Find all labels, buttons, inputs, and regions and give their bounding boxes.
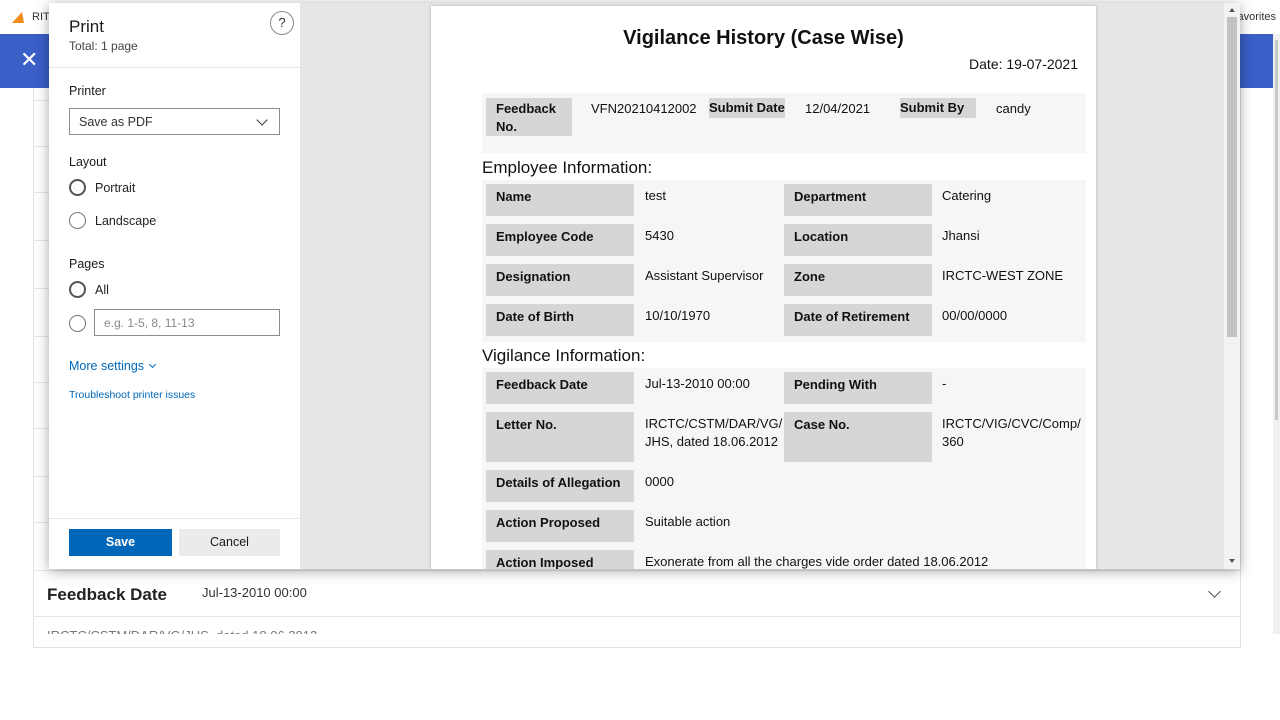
submit-by-label: Submit By xyxy=(900,98,976,118)
page-total: Total: 1 page xyxy=(69,39,138,53)
pages-all-option[interactable]: All xyxy=(69,281,109,298)
site-logo-icon xyxy=(11,11,29,23)
more-settings-label: More settings xyxy=(69,359,145,373)
radio-selected-icon[interactable] xyxy=(69,281,86,298)
name-value: test xyxy=(645,188,666,203)
printer-select[interactable]: Save as PDF xyxy=(69,108,280,135)
browser-tab[interactable]: RIT xyxy=(11,11,50,23)
name-label: Name xyxy=(486,184,634,216)
print-dialog: Print Total: 1 page ? Printer Save as PD… xyxy=(49,3,1240,569)
document-title: Vigilance History (Case Wise) xyxy=(623,27,904,49)
location-label: Location xyxy=(784,224,932,256)
action-proposed-label: Action Proposed xyxy=(486,510,634,542)
letter-no-line-1: IRCTC/CSTM/DAR/VG/ xyxy=(645,416,783,431)
scroll-up-arrow-icon[interactable] xyxy=(1229,8,1235,12)
help-icon[interactable]: ? xyxy=(270,11,294,35)
letter-no-value: IRCTC/CSTM/DAR/VG/ JHS, dated 18.06.2012 xyxy=(645,415,782,451)
pages-custom-option[interactable] xyxy=(69,315,86,332)
pages-range-input[interactable]: e.g. 1-5, 8, 11-13 xyxy=(94,309,280,336)
feedback-date-value: Jul-13-2010 00:00 xyxy=(645,376,750,391)
scroll-down-arrow-icon[interactable] xyxy=(1229,559,1235,563)
submit-by-value: candy xyxy=(996,101,1031,116)
troubleshoot-link[interactable]: Troubleshoot printer issues xyxy=(69,389,195,401)
printer-label: Printer xyxy=(69,84,106,98)
letter-no-line-2: JHS, dated 18.06.2012 xyxy=(645,434,778,449)
action-imposed-value: Exonerate from all the charges vide orde… xyxy=(645,554,989,569)
radio-selected-icon[interactable] xyxy=(69,179,86,196)
zone-label: Zone xyxy=(784,264,932,296)
allegation-value: 0000 xyxy=(645,474,674,489)
save-button[interactable]: Save xyxy=(69,529,172,556)
case-no-line-1: IRCTC/VIG/CVC/Comp/ xyxy=(942,416,1081,431)
dob-label: Date of Birth xyxy=(486,304,634,336)
layout-landscape-label: Landscape xyxy=(95,213,157,228)
feedback-date-label: Feedback Date xyxy=(486,372,634,404)
printer-select-value: Save as PDF xyxy=(79,115,153,129)
truncated-row-value: IRCTC/CSTM/DAR/VG/JHS, dated 18.06.2012 xyxy=(47,628,507,634)
submit-date-label: Submit Date xyxy=(709,98,785,118)
chevron-down-icon xyxy=(148,360,157,369)
employee-code-label: Employee Code xyxy=(486,224,634,256)
layout-label: Layout xyxy=(69,155,107,169)
case-no-value: IRCTC/VIG/CVC/Comp/ 360 xyxy=(942,415,1081,451)
action-proposed-value: Suitable action xyxy=(645,514,731,529)
print-preview: Vigilance History (Case Wise) Date: 19-0… xyxy=(301,3,1240,569)
radio-icon[interactable] xyxy=(69,315,86,332)
feedback-date-value: Jul-13-2010 00:00 xyxy=(202,585,307,600)
divider xyxy=(49,67,301,68)
layout-landscape-option[interactable]: Landscape xyxy=(69,212,156,229)
case-no-label: Case No. xyxy=(784,412,932,462)
cancel-button[interactable]: Cancel xyxy=(179,529,280,556)
employee-info-heading: Employee Information: xyxy=(482,158,653,177)
favorites-bar-label[interactable]: favorites xyxy=(1234,11,1276,23)
pages-all-label: All xyxy=(95,282,109,297)
feedback-no-value: VFN20210412002 xyxy=(591,101,697,116)
feedback-date-label: Feedback Date xyxy=(47,585,167,604)
page-scrollbar-thumb[interactable] xyxy=(1275,40,1278,420)
radio-icon[interactable] xyxy=(69,212,86,229)
print-settings-panel: Print Total: 1 page ? Printer Save as PD… xyxy=(49,3,301,569)
letter-no-label: Letter No. xyxy=(486,412,634,462)
employee-code-value: 5430 xyxy=(645,228,674,243)
preview-scrollbar-thumb[interactable] xyxy=(1227,17,1237,337)
vigilance-info-heading: Vigilance Information: xyxy=(482,346,646,365)
layout-portrait-label: Portrait xyxy=(95,180,136,195)
browser-tab-title: RIT xyxy=(32,11,50,23)
close-icon[interactable]: ✕ xyxy=(20,49,38,71)
more-settings-link[interactable]: More settings xyxy=(69,359,157,373)
feedback-no-label: Feedback No. xyxy=(486,98,572,136)
print-title: Print xyxy=(69,17,104,36)
retirement-label: Date of Retirement xyxy=(784,304,932,336)
retirement-value: 00/00/0000 xyxy=(942,308,1008,323)
preview-page: Vigilance History (Case Wise) Date: 19-0… xyxy=(431,6,1096,569)
designation-value: Assistant Supervisor xyxy=(645,268,764,283)
department-label: Department xyxy=(784,184,932,216)
pages-label: Pages xyxy=(69,257,105,271)
designation-label: Designation xyxy=(486,264,634,296)
submit-date-value: 12/04/2021 xyxy=(805,101,871,116)
layout-portrait-option[interactable]: Portrait xyxy=(69,179,135,196)
allegation-label: Details of Allegation xyxy=(486,470,634,502)
background-row xyxy=(33,616,1241,662)
action-imposed-label: Action Imposed xyxy=(486,550,634,569)
divider xyxy=(49,518,301,519)
case-no-line-2: 360 xyxy=(942,434,964,449)
zone-value: IRCTC-WEST ZONE xyxy=(942,268,1064,283)
dob-value: 10/10/1970 xyxy=(645,308,711,323)
pending-with-label: Pending With xyxy=(784,372,932,404)
chevron-down-icon xyxy=(256,114,268,126)
location-value: Jhansi xyxy=(942,228,980,243)
pending-with-value: - xyxy=(942,376,947,391)
document-date: Date: 19-07-2021 xyxy=(969,56,1078,72)
department-value: Catering xyxy=(942,188,992,203)
